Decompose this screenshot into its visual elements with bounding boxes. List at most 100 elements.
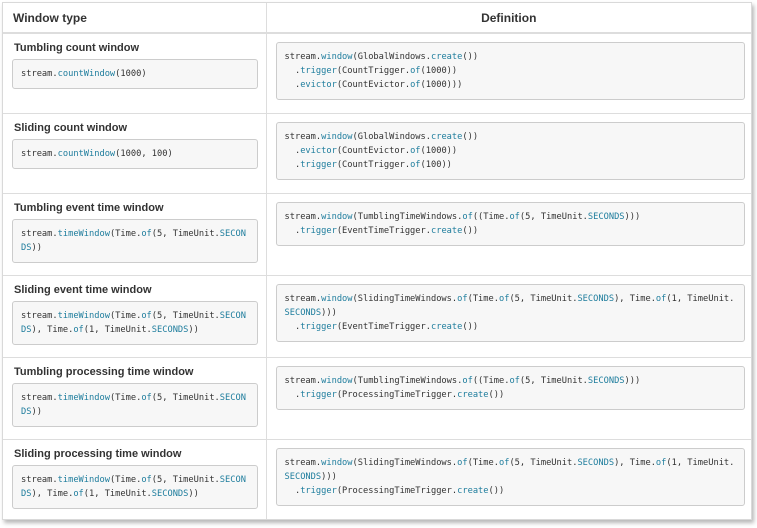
window-types-table-frame: Window type Definition Tumbling count wi… [2,2,752,520]
definition-code-block: stream.window(TumblingTimeWindows.of((Ti… [275,365,745,410]
code-text: (ProcessingTimeTrigger. [336,389,458,400]
code-keyword: evictor [300,80,337,90]
window-type-title: Sliding event time window [14,283,152,296]
code-keyword: trigger [300,321,337,332]
window-type-cell: Tumbling event time window stream.timeWi… [3,192,267,275]
code-keyword: window [321,375,353,386]
example-code-block: stream.timeWindow(Time.of(5, TimeUnit.SE… [12,464,258,509]
definition-code-block: stream.window(SlidingTimeWindows.of(Time… [275,447,745,506]
window-type-title: Tumbling count window [14,42,140,54]
code-text: )) [31,242,42,253]
example-code-block: stream.timeWindow(Time.of(5, TimeUnit.SE… [12,382,258,427]
code-text: (1, TimeUnit. [666,457,735,468]
code-text: ), Time. [31,488,74,499]
code-keyword: window [321,457,353,468]
code-keyword: timeWindow [57,310,110,321]
code-text: (TumblingTimeWindows. [352,211,463,222]
code-keyword: countWindow [57,148,116,159]
code-text: (5, TimeUnit. [519,375,588,386]
code-text: stream. [21,69,58,79]
code-keyword: of [457,457,468,468]
code-text: (EventTimeTrigger. [336,225,431,236]
code-text: (100)) [420,159,452,170]
definition-cell: stream.window(SlidingTimeWindows.of(Time… [266,438,751,519]
code-text: ()) [488,389,505,400]
definition-cell: stream.window(SlidingTimeWindows.of(Time… [266,274,751,357]
window-type-cell: Tumbling processing time window stream.t… [3,356,267,439]
code-keyword: SECONDS [151,488,189,499]
code-text: ), Time. [614,457,656,468]
code-text: ((Time. [472,211,510,222]
code-text: stream. [21,474,58,485]
code-keyword: of [509,211,520,222]
code-text: (GlobalWindows. [352,52,431,62]
definition-code-block: stream.window(TumblingTimeWindows.of((Ti… [275,201,745,246]
code-keyword: of [141,310,152,321]
code-keyword: of [410,159,421,170]
code-text: (5, TimeUnit. [151,310,220,321]
example-code-block: stream.countWindow(1000, 100) [12,138,258,169]
table-row: Sliding processing time window stream.ti… [3,438,751,519]
code-text: stream. [284,52,322,62]
code-keyword: SECONDS [284,471,322,482]
code-keyword: trigger [300,485,337,496]
definition-cell: stream.window(GlobalWindows.create()) .t… [266,32,751,113]
example-code-block: stream.countWindow(1000) [12,59,258,89]
code-text: (5, TimeUnit. [519,211,588,222]
code-keyword: countWindow [57,69,116,79]
code-text: (ProcessingTimeTrigger. [336,485,458,496]
code-keyword: window [321,293,353,304]
code-text: (Time. [467,293,499,304]
header-window-type: Window type [3,3,267,34]
code-text: (EventTimeTrigger. [336,321,431,332]
table-row: Sliding event time window stream.timeWin… [3,274,751,357]
code-keyword: SECONDS [577,457,615,468]
code-text: (5, TimeUnit. [151,228,220,239]
code-text: (1000))) [420,80,463,90]
code-text: ), Time. [614,293,656,304]
code-keyword: of [655,457,667,468]
example-code-block: stream.timeWindow(Time.of(5, TimeUnit.SE… [12,218,258,263]
code-text: (1, TimeUnit. [83,488,152,499]
window-type-cell: Sliding processing time window stream.ti… [3,438,267,519]
code-text: ((Time. [472,375,510,386]
window-type-title: Sliding count window [14,121,128,134]
code-text: (TumblingTimeWindows. [352,375,463,386]
table-row: Tumbling processing time window stream.t… [3,356,751,439]
code-text: (Time. [109,310,142,321]
code-keyword: timeWindow [57,474,110,485]
code-text: (1000) [115,69,147,79]
code-keyword: of [462,211,473,222]
code-text: (CountEvictor. [336,145,411,156]
code-text: (SlidingTimeWindows. [352,457,458,468]
code-text: stream. [284,457,322,468]
code-keyword: of [410,80,421,90]
code-keyword: SECONDS [587,375,625,386]
code-text: (1, TimeUnit. [83,324,152,335]
code-keyword: of [410,66,421,76]
window-type-title: Tumbling processing time window [14,365,194,378]
code-text: (Time. [467,457,499,468]
code-text: (1000, 100) [115,148,173,159]
code-text: stream. [21,310,58,321]
code-keyword: create [430,52,463,62]
table-header-row: Window type Definition [3,3,751,34]
code-text: )) [31,406,42,417]
code-text: (Time. [109,392,142,403]
code-keyword: of [655,293,667,304]
definition-code-block: stream.window(GlobalWindows.create()) .t… [275,42,745,100]
definition-code-block: stream.window(GlobalWindows.create()) .e… [275,121,745,180]
code-keyword: trigger [300,389,337,400]
code-keyword: of [73,324,84,335]
window-type-cell: Sliding event time window stream.timeWin… [3,274,267,357]
code-text: )) [188,324,199,335]
code-keyword: create [457,389,489,400]
definition-cell: stream.window(GlobalWindows.create()) .e… [266,112,751,193]
code-text: ()) [462,225,479,236]
window-type-cell: Tumbling count window stream.countWindow… [3,32,267,113]
table-row: Tumbling count window stream.countWindow… [3,32,751,113]
code-keyword: of [498,293,510,304]
code-keyword: window [321,131,353,142]
definition-code-block: stream.window(SlidingTimeWindows.of(Time… [275,283,745,342]
header-definition: Definition [266,3,751,34]
